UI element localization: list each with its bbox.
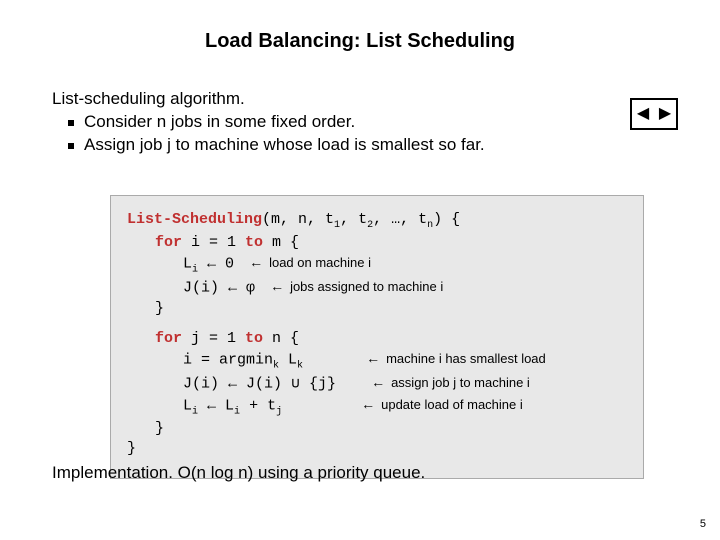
subscript: k (297, 361, 303, 372)
code-text: ← (219, 279, 246, 296)
bullet-row: Assign job j to machine whose load is sm… (52, 134, 485, 157)
impl-lead: Implementation. (52, 463, 173, 482)
code-text: n { (263, 330, 299, 347)
keyword-to: to (245, 330, 263, 347)
page-number: 5 (700, 518, 706, 530)
code-text: m { (263, 234, 299, 251)
code-text: i = argmin (183, 352, 273, 369)
code-text: , …, t (373, 211, 427, 228)
code-text: } (155, 300, 164, 317)
annotation: assign job j to machine i (391, 375, 530, 390)
code-text: j = 1 (182, 330, 245, 347)
code-text: { (442, 211, 460, 228)
code-text: J(i) (183, 279, 219, 296)
keyword-for: for (155, 330, 182, 347)
code-text: L (183, 255, 192, 272)
keyword-to: to (245, 234, 263, 251)
code-text: J(i) ← J(i) ∪ {j} (183, 376, 336, 393)
code-block: List-Scheduling(m, n, t1, t2, …, tn) { f… (110, 195, 644, 479)
arrow-icon: ← (361, 395, 375, 414)
code-text: i = 1 (182, 234, 245, 251)
arrow-icon: ← (249, 253, 263, 272)
code-text: 0 (225, 255, 234, 272)
code-text: ← L (198, 398, 234, 415)
annotation: jobs assigned to machine i (290, 279, 443, 294)
intro-block: List-scheduling algorithm. Consider n jo… (52, 88, 485, 157)
code-text: } (155, 420, 164, 437)
arrow-icon: ← (371, 373, 385, 392)
nav-next-button[interactable]: ▶ (654, 100, 676, 128)
nav-buttons: ◀ ▶ (630, 98, 678, 130)
code-text: (m, n, t (262, 211, 334, 228)
annotation: update load of machine i (381, 397, 523, 412)
intro-lead: List-scheduling algorithm. (52, 88, 485, 111)
arrow-icon: ← (366, 349, 380, 368)
keyword-for: for (155, 234, 182, 251)
bullet-text: Consider n jobs in some fixed order. (84, 111, 355, 134)
annotation: machine i has smallest load (386, 351, 546, 366)
implementation-line: Implementation. O(n log n) using a prior… (52, 463, 425, 483)
code-text: ← (198, 255, 225, 272)
arrow-icon: ← (270, 277, 284, 296)
bullet-icon (68, 120, 74, 126)
code-text: ) (433, 211, 442, 228)
bullet-text: Assign job j to machine whose load is sm… (84, 134, 485, 157)
nav-prev-button[interactable]: ◀ (632, 100, 654, 128)
bullet-row: Consider n jobs in some fixed order. (52, 111, 485, 134)
subscript: j (276, 407, 282, 418)
impl-rest: O(n log n) using a priority queue. (173, 463, 425, 482)
annotation: load on machine i (269, 255, 371, 270)
code-text: L (279, 352, 297, 369)
slide-title: Load Balancing: List Scheduling (0, 30, 720, 53)
code-text: L (183, 398, 192, 415)
bullet-icon (68, 143, 74, 149)
fn-name: List-Scheduling (127, 211, 262, 228)
code-text: } (127, 440, 136, 457)
code-text: + t (240, 398, 276, 415)
code-text: φ (246, 279, 255, 296)
